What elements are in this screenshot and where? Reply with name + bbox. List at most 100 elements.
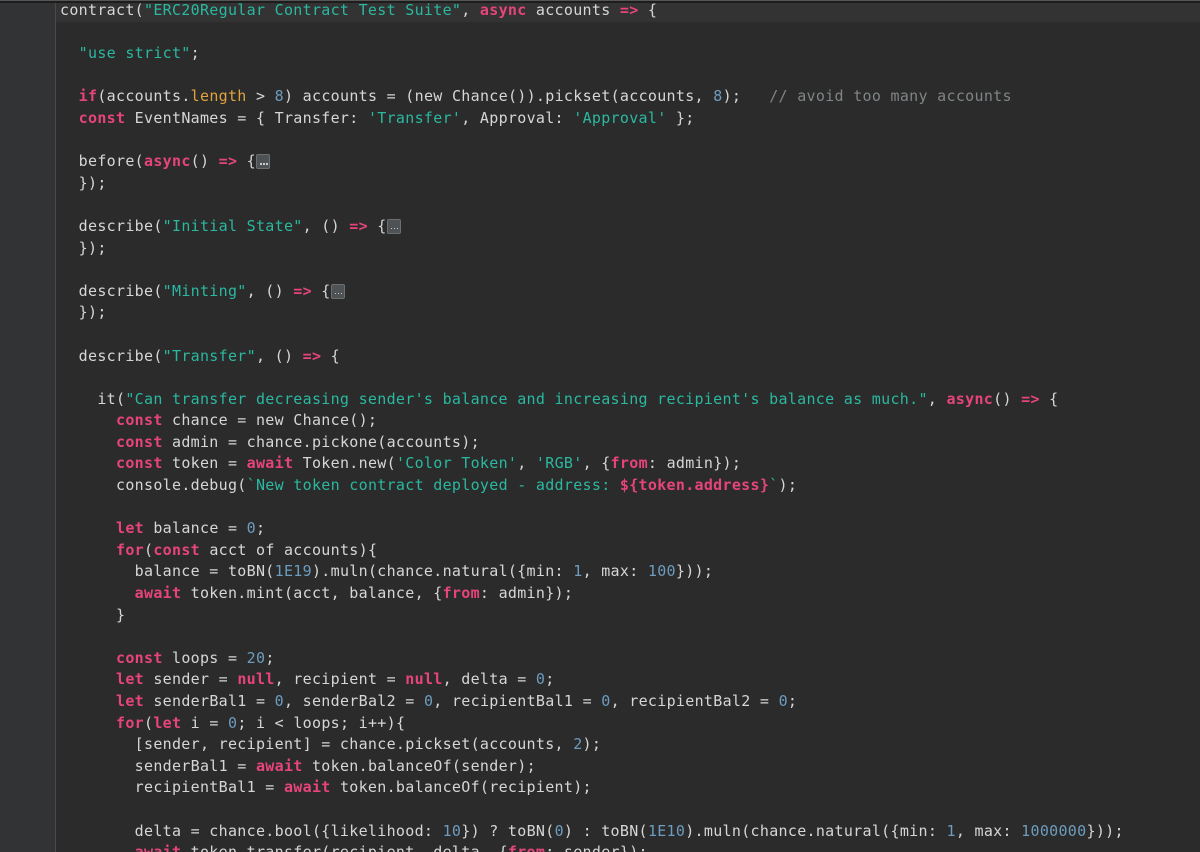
code-line[interactable]: 23 (0, 65, 1200, 87)
folded-code-placeholder[interactable] (330, 283, 345, 299)
code-line[interactable]: 160 balance = toBN(1E19).muln(chance.nat… (0, 561, 1200, 583)
code-text[interactable]: let balance = 0; (60, 518, 265, 540)
token-t: ; (265, 648, 275, 667)
code-line[interactable]: 150 describe("Transfer", () => { (0, 346, 1200, 368)
code-text[interactable]: await token.transfer(recipient, delta, {… (60, 842, 648, 852)
code-text[interactable]: before(async() => { (60, 151, 270, 173)
code-line[interactable]: 153 const chance = new Chance(); (0, 410, 1200, 432)
code-text[interactable]: recipientBal1 = await token.balanceOf(re… (60, 777, 592, 799)
token-s: ` (769, 476, 779, 495)
code-text[interactable]: }); (60, 302, 107, 324)
code-line[interactable]: 158 let balance = 0; (0, 518, 1200, 540)
token-k: => (349, 216, 368, 235)
token-k: const (78, 108, 126, 127)
code-text[interactable]: }); (60, 173, 107, 195)
code-text[interactable]: balance = toBN(1E19).muln(chance.natural… (60, 561, 713, 583)
code-text[interactable]: delta = chance.bool({likelihood: 10}) ? … (60, 821, 1124, 843)
code-line[interactable]: 22 "use strict"; (0, 43, 1200, 65)
folded-code-placeholder[interactable] (256, 154, 270, 170)
token-k: await (255, 756, 303, 775)
folded-code-placeholder[interactable] (386, 218, 401, 234)
code-text[interactable]: for(let i = 0; i < loops; i++){ (60, 713, 405, 735)
code-text[interactable]: }); (60, 238, 107, 260)
token-t: ); (582, 735, 602, 754)
token-t: }) ? toBN( (461, 821, 555, 840)
code-text[interactable]: it("Can transfer decreasing sender's bal… (60, 389, 1058, 411)
code-text[interactable]: for(const acct of accounts){ (60, 540, 377, 562)
token-k: let (116, 670, 144, 689)
code-content-area[interactable]: 20contract("ERC20Regular Contract Test S… (0, 0, 1200, 852)
code-line[interactable]: 76 describe("Minting", () => { (0, 281, 1200, 303)
code-line[interactable]: 154 const admin = chance.pickone(account… (0, 432, 1200, 454)
token-t: }); (78, 238, 107, 257)
token-t: describe( (78, 281, 163, 300)
code-line[interactable]: 75 (0, 259, 1200, 281)
code-line[interactable]: 20contract("ERC20Regular Contract Test S… (0, 0, 1200, 22)
code-line[interactable]: 172 delta = chance.bool({likelihood: 10}… (0, 821, 1200, 843)
code-line[interactable]: 26 (0, 130, 1200, 152)
code-editor[interactable]: 20contract("ERC20Regular Contract Test S… (0, 0, 1200, 852)
code-line[interactable]: 151 (0, 367, 1200, 389)
code-line[interactable]: 162 } (0, 605, 1200, 627)
code-text[interactable]: if(accounts.length > 8) accounts = (new … (60, 86, 1012, 108)
code-line[interactable]: 167 for(let i = 0; i < loops; i++){ (0, 713, 1200, 735)
code-text[interactable]: const chance = new Chance(); (60, 410, 377, 432)
code-line[interactable]: 166 let senderBal1 = 0, senderBal2 = 0, … (0, 691, 1200, 713)
code-line[interactable]: 164 const loops = 20; (0, 648, 1200, 670)
line-number-gutter[interactable] (0, 0, 56, 852)
code-line[interactable]: 165 let sender = null, recipient = null,… (0, 669, 1200, 691)
code-line[interactable]: 169 senderBal1 = await token.balanceOf(s… (0, 756, 1200, 778)
code-text[interactable]: [sender, recipient] = chance.pickset(acc… (60, 734, 601, 756)
code-line[interactable]: 38 describe("Initial State", () => { (0, 216, 1200, 238)
code-line[interactable]: 21 (0, 22, 1200, 44)
token-t: token = (162, 454, 247, 473)
token-t: ) accounts = (new Chance()).pickset(acco… (284, 87, 714, 106)
code-line[interactable]: 74 }); (0, 238, 1200, 260)
code-text[interactable]: let sender = null, recipient = null, del… (60, 669, 555, 691)
code-text[interactable]: } (60, 605, 125, 627)
code-text[interactable]: const loops = 20; (60, 648, 275, 670)
code-text[interactable]: const token = await Token.new('Color Tok… (60, 453, 741, 475)
code-text[interactable]: senderBal1 = await token.balanceOf(sende… (60, 756, 536, 778)
code-text[interactable]: let senderBal1 = 0, senderBal2 = 0, reci… (60, 691, 797, 713)
code-text[interactable]: const admin = chance.pickone(accounts); (60, 432, 480, 454)
code-line[interactable]: 173 await token.transfer(recipient, delt… (0, 842, 1200, 852)
code-text[interactable]: describe("Initial State", () => { (60, 216, 401, 238)
code-line[interactable]: 25 const EventNames = { Transfer: 'Trans… (0, 108, 1200, 130)
code-line[interactable]: 36 }); (0, 173, 1200, 195)
code-line[interactable]: 24 if(accounts.length > 8) accounts = (n… (0, 86, 1200, 108)
code-line[interactable]: 148 }); (0, 302, 1200, 324)
editor-top-border (0, 0, 1200, 3)
code-text[interactable]: "use strict"; (60, 43, 200, 65)
code-text[interactable]: contract("ERC20Regular Contract Test Sui… (60, 0, 657, 22)
code-line[interactable]: 163 (0, 626, 1200, 648)
code-line[interactable]: 170 recipientBal1 = await token.balanceO… (0, 777, 1200, 799)
code-line[interactable]: 152 it("Can transfer decreasing sender's… (0, 389, 1200, 411)
code-text[interactable]: describe("Transfer", () => { (60, 346, 340, 368)
code-line[interactable]: 159 for(const acct of accounts){ (0, 540, 1200, 562)
code-line[interactable]: 155 const token = await Token.new('Color… (0, 453, 1200, 475)
token-k: const (116, 648, 163, 667)
token-k: => (218, 152, 238, 171)
code-text[interactable]: describe("Minting", () => { (60, 281, 345, 303)
token-s: "Minting" (162, 281, 247, 300)
code-text[interactable]: const EventNames = { Transfer: 'Transfer… (60, 108, 695, 130)
code-line[interactable]: 171 (0, 799, 1200, 821)
code-line[interactable]: 157 (0, 497, 1200, 519)
code-line[interactable]: 156 console.debug(`New token contract de… (0, 475, 1200, 497)
code-line[interactable]: 37 (0, 194, 1200, 216)
token-t: ; (787, 692, 798, 710)
token-t: { (321, 346, 340, 365)
token-t: ; (190, 44, 200, 63)
code-line[interactable]: 168 [sender, recipient] = chance.pickset… (0, 734, 1200, 756)
code-text[interactable]: console.debug(`New token contract deploy… (60, 475, 797, 497)
token-s: 'Color Token' (395, 454, 518, 473)
code-line[interactable]: 149 (0, 324, 1200, 346)
code-line[interactable]: 27 before(async() => { (0, 151, 1200, 173)
code-line[interactable]: 161 await token.mint(acct, balance, {fro… (0, 583, 1200, 605)
token-s: `New token contract deployed - address: (246, 476, 620, 495)
code-text[interactable]: await token.mint(acct, balance, {from: a… (60, 583, 573, 605)
